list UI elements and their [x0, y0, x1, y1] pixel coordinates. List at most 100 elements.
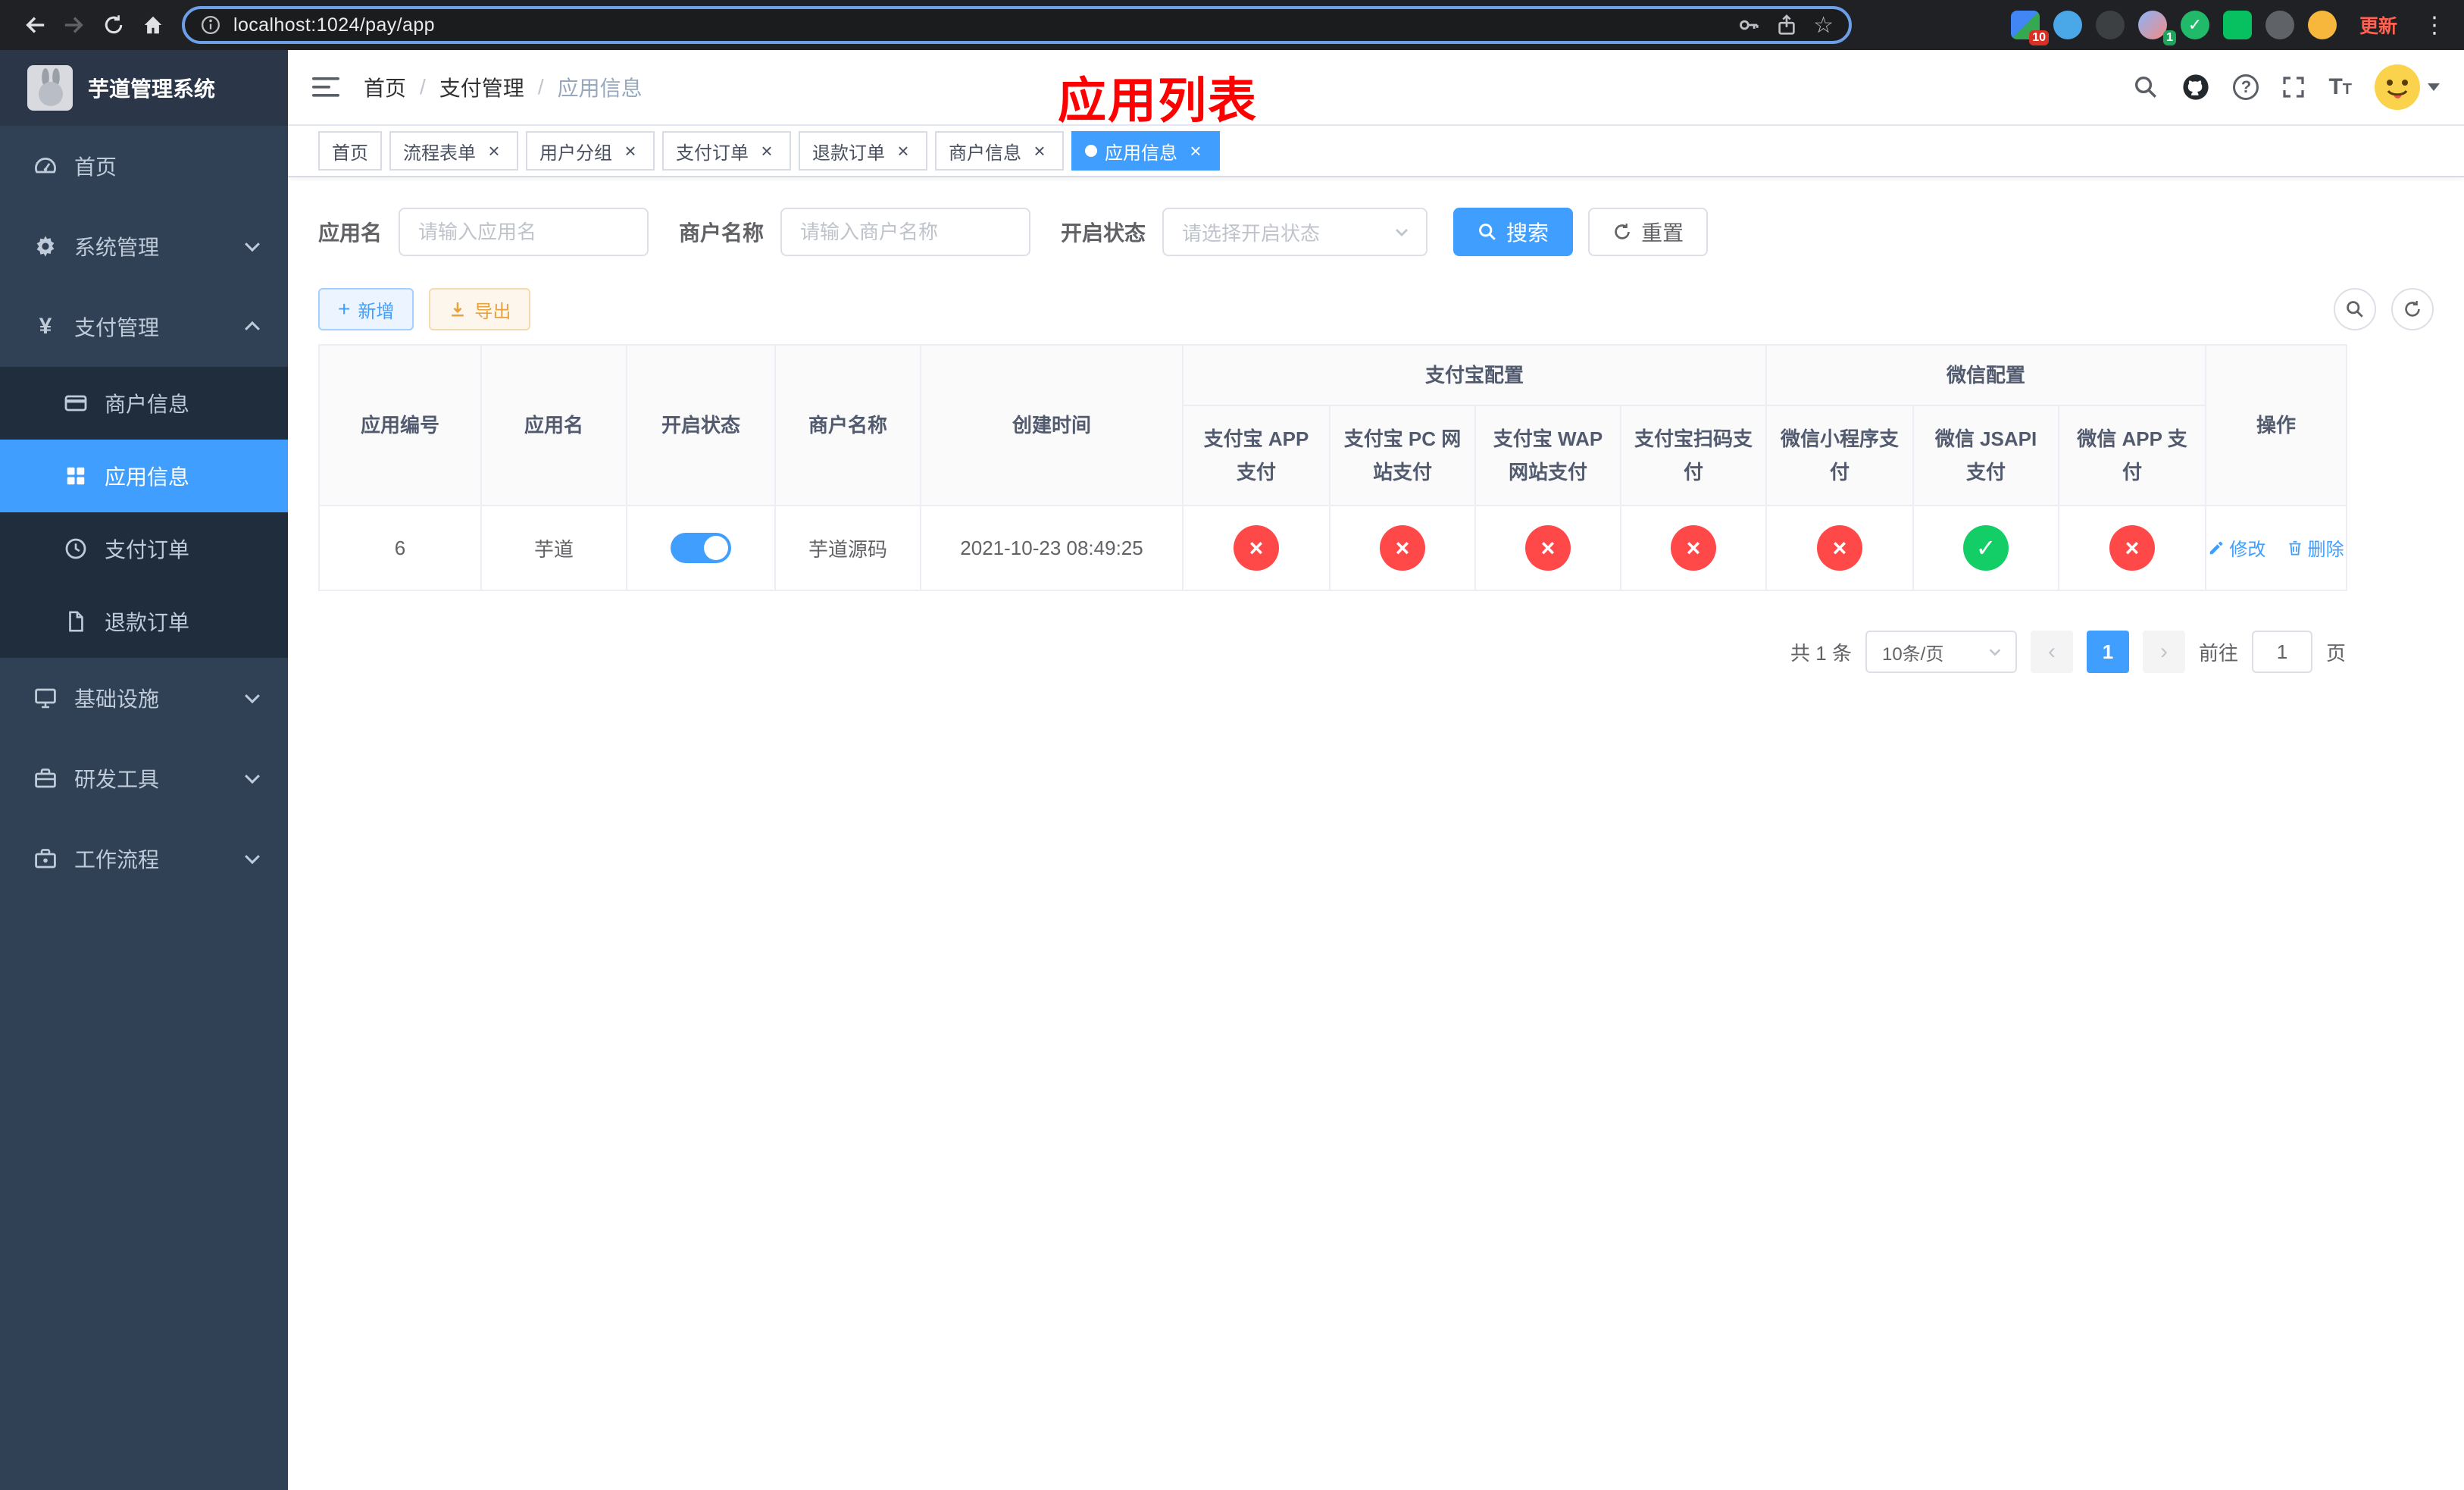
refresh-table-button[interactable]	[2391, 288, 2434, 330]
col-header-merchant: 商户名称	[774, 344, 921, 506]
close-icon[interactable]: ×	[893, 140, 914, 161]
status-x-icon: ×	[2109, 525, 2156, 571]
reset-button[interactable]: 重置	[1588, 208, 1709, 256]
tab-pay-order[interactable]: 支付订单 ×	[662, 131, 791, 171]
refresh-icon	[1615, 223, 1630, 239]
breadcrumb-home[interactable]: 首页	[364, 72, 406, 102]
cell-alipay-qr: ×	[1619, 505, 1768, 591]
browser-back-button[interactable]	[15, 5, 55, 45]
page-number-1[interactable]: 1	[2086, 631, 2129, 673]
user-avatar[interactable]	[2375, 64, 2440, 110]
breadcrumb-pay[interactable]: 支付管理	[439, 72, 524, 102]
close-icon[interactable]: ×	[1029, 140, 1050, 161]
help-icon[interactable]: ?	[2233, 74, 2259, 100]
col-header-wechat-jsapi: 微信 JSAPI 支付	[1912, 405, 2060, 506]
bookmark-star-icon[interactable]: ☆	[1813, 12, 1834, 39]
export-button[interactable]: 导出	[429, 288, 531, 330]
chevron-down-icon	[1989, 649, 2001, 656]
search-icon[interactable]	[2133, 74, 2159, 100]
app-name-label: 应用名	[318, 221, 383, 245]
sidebar-item-pay-order[interactable]: 支付订单	[0, 512, 288, 585]
extension-wechat-icon[interactable]	[2222, 11, 2252, 39]
sidebar-item-home[interactable]: 首页	[0, 126, 288, 206]
cell-alipay-pc: ×	[1329, 505, 1476, 591]
address-bar[interactable]: localhost:1024/pay/app ☆	[182, 6, 1852, 44]
goto-suffix: 页	[2325, 641, 2346, 665]
col-header-alipay-pc: 支付宝 PC 网站支付	[1329, 405, 1476, 506]
show-search-button[interactable]	[2334, 288, 2376, 330]
col-header-app-id: 应用编号	[318, 344, 482, 506]
extension-green-check-icon[interactable]: ✓	[2180, 11, 2209, 39]
extension-badge: 10	[2029, 30, 2049, 45]
url-text[interactable]: localhost:1024/pay/app	[233, 14, 1722, 36]
chevron-down-icon	[245, 236, 260, 252]
tab-app-info[interactable]: 应用信息 ×	[1071, 131, 1220, 171]
browser-menu-icon[interactable]: ⋮	[2420, 12, 2449, 39]
tab-home[interactable]: 首页	[318, 131, 382, 171]
sidebar-item-infra[interactable]: 基础设施	[0, 658, 288, 738]
table-toolbar: + 新增 导出	[318, 288, 2434, 330]
sidebar-item-system[interactable]: 系统管理	[0, 206, 288, 286]
tab-user-group[interactable]: 用户分组 ×	[526, 131, 655, 171]
browser-home-button[interactable]	[133, 5, 173, 45]
sidebar-item-app-info[interactable]: 应用信息	[0, 440, 288, 512]
chevron-down-icon	[2428, 83, 2440, 91]
close-icon[interactable]: ×	[1185, 140, 1206, 161]
add-button[interactable]: + 新增	[318, 288, 414, 330]
page-content: 应用名 商户名称 开启状态 请选择开启状态 搜索	[288, 177, 2464, 718]
close-icon[interactable]: ×	[620, 140, 641, 161]
browser-refresh-button[interactable]	[94, 5, 133, 45]
monitor-icon	[33, 686, 58, 710]
pay-submenu: 商户信息 应用信息 支付订单 退款订单	[0, 367, 288, 658]
github-icon[interactable]	[2181, 73, 2210, 102]
edit-link[interactable]: 修改	[2208, 534, 2265, 561]
app-name-input[interactable]	[399, 208, 649, 256]
chevron-down-icon	[245, 849, 260, 865]
extension-emoji-avatar-icon[interactable]	[2307, 11, 2337, 39]
close-icon[interactable]: ×	[756, 140, 777, 161]
col-header-wechat-lite: 微信小程序支付	[1765, 405, 1915, 506]
browser-forward-button[interactable]	[55, 5, 94, 45]
tab-process-form[interactable]: 流程表单 ×	[389, 131, 518, 171]
prev-page-button[interactable]: ‹	[2030, 631, 2073, 673]
extension-drop-icon[interactable]	[2053, 11, 2082, 39]
font-size-icon[interactable]: TT	[2328, 74, 2352, 100]
next-page-button[interactable]: ›	[2142, 631, 2185, 673]
sidebar-item-refund-order[interactable]: 退款订单	[0, 585, 288, 658]
sidebar-item-workflow[interactable]: 工作流程	[0, 819, 288, 899]
chevron-down-icon	[245, 768, 260, 784]
sidebar-item-merchant-info[interactable]: 商户信息	[0, 367, 288, 440]
close-icon[interactable]: ×	[483, 140, 505, 161]
extension-dark-icon[interactable]	[2095, 11, 2125, 39]
browser-update-button[interactable]: 更新	[2350, 11, 2406, 39]
status-select[interactable]: 请选择开启状态	[1162, 208, 1428, 256]
tab-merchant-info[interactable]: 商户信息 ×	[935, 131, 1064, 171]
col-header-actions: 操作	[2205, 344, 2348, 506]
extension-avatar-icon[interactable]: 1	[2137, 11, 2176, 45]
extension-puzzle-icon[interactable]	[2265, 11, 2294, 39]
cell-wechat-jsapi: ✓	[1912, 505, 2060, 591]
extension-badge: 1	[2163, 30, 2176, 45]
search-button[interactable]: 搜索	[1453, 208, 1574, 256]
password-key-icon[interactable]	[1737, 14, 1760, 36]
reset-button-label: 重置	[1641, 221, 1684, 245]
sidebar-item-dev-tools[interactable]: 研发工具	[0, 738, 288, 819]
col-header-alipay-wap: 支付宝 WAP 网站支付	[1474, 405, 1621, 506]
site-info-icon[interactable]	[200, 14, 221, 36]
share-icon[interactable]	[1775, 14, 1798, 36]
tab-refund-order[interactable]: 退款订单 ×	[799, 131, 927, 171]
cell-created: 2021-10-23 08:49:25	[920, 505, 1184, 591]
collapse-sidebar-icon[interactable]	[312, 75, 339, 99]
dashboard-icon	[33, 154, 58, 178]
status-x-icon: ×	[1817, 525, 1863, 571]
sidebar-item-pay[interactable]: ¥ 支付管理	[0, 286, 288, 367]
goto-page-input[interactable]	[2251, 631, 2312, 673]
merchant-name-input[interactable]	[780, 208, 1031, 256]
fullscreen-icon[interactable]	[2281, 75, 2306, 99]
col-group-wechat: 微信配置	[1765, 344, 2207, 406]
status-toggle[interactable]	[671, 533, 731, 563]
table-row: 6 芋道 芋道源码 2021-10-23 08:49:25 × × × × × …	[318, 505, 2348, 591]
extension-mosaic-icon[interactable]: 10	[2010, 11, 2049, 45]
delete-link[interactable]: 删除	[2287, 534, 2344, 561]
page-size-select[interactable]: 10条/页	[1865, 631, 2017, 673]
